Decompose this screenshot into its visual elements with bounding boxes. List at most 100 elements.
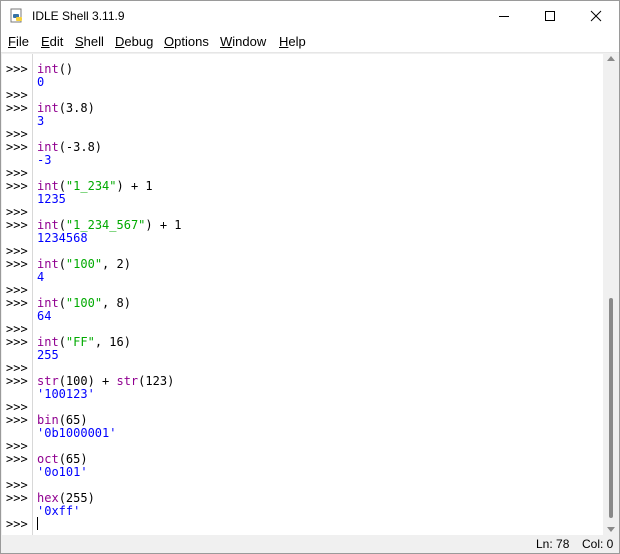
shell-output-line: 1234568 <box>37 232 88 245</box>
code-token: int <box>37 179 59 193</box>
code-token: "1_234" <box>65 179 117 193</box>
shell-output-line: '0o101' <box>37 466 88 479</box>
shell-prompt: >>> <box>6 140 28 154</box>
output-text: '0xff' <box>37 504 81 518</box>
scroll-up-arrow-icon[interactable] <box>607 56 615 61</box>
output-text: 1234568 <box>37 231 88 245</box>
shell-output-line: -3 <box>37 154 51 167</box>
minimize-button[interactable] <box>481 1 527 31</box>
output-text: -3 <box>37 153 52 167</box>
close-button[interactable] <box>573 1 619 31</box>
menu-mnemonic: E <box>41 34 50 49</box>
shell-output-line: 0 <box>37 76 44 89</box>
output-text: 1235 <box>37 192 66 206</box>
shell-prompt: >>> <box>6 257 28 271</box>
shell-output-line: 1235 <box>37 193 66 206</box>
gutter-divider <box>32 54 33 535</box>
code-token: (65) <box>58 413 88 427</box>
code-token: (100) + <box>58 374 117 388</box>
menu-bar: File Edit Shell Debug Options Window Help <box>1 31 619 53</box>
shell-prompt: >>> <box>6 101 28 115</box>
code-token: int <box>37 296 59 310</box>
menu-options[interactable]: Options <box>164 34 209 49</box>
shell-prompt: >>> <box>6 296 28 310</box>
scroll-down-arrow-icon[interactable] <box>607 527 615 532</box>
menu-shell[interactable]: Shell <box>75 34 104 49</box>
shell-output-line: 4 <box>37 271 44 284</box>
shell-prompt: >>> <box>6 413 28 427</box>
text-cursor <box>37 517 38 530</box>
output-text: 3 <box>37 114 45 128</box>
code-token: "1_234_567" <box>65 218 146 232</box>
title-bar[interactable]: IDLE Shell 3.11.9 <box>1 1 619 31</box>
menu-label-rest: elp <box>288 34 306 49</box>
code-token: int <box>37 140 59 154</box>
output-text: 64 <box>37 309 52 323</box>
code-token: bin <box>37 413 59 427</box>
code-token: ( <box>58 335 66 349</box>
code-token: () <box>58 62 74 76</box>
menu-label-rest: dit <box>49 34 64 49</box>
shell-output-line: '100123' <box>37 388 95 401</box>
menu-label-rest: hell <box>83 34 104 49</box>
menu-label-rest: indow <box>232 34 267 49</box>
shell-prompt: >>> <box>6 218 28 232</box>
code-token: oct <box>37 452 59 466</box>
code-token: (65) <box>58 452 88 466</box>
vertical-scrollbar[interactable] <box>604 54 618 535</box>
line-number-status: Ln: 78 <box>536 537 570 551</box>
code-token: "100" <box>65 257 103 271</box>
menu-label-rest: ile <box>15 34 29 49</box>
shell-prompt: >>> <box>6 179 28 193</box>
menu-mnemonic: F <box>8 34 16 49</box>
window-title: IDLE Shell 3.11.9 <box>32 9 125 23</box>
shell-output-line: 3 <box>37 115 44 128</box>
shell-text-area[interactable]: >>> int() 0 >>> >>> int(3.8) 3 >>> >>> int(-3.8) -… <box>2 54 603 535</box>
code-token: int <box>37 62 59 76</box>
shell-input-line: int("100", 2) <box>37 258 131 271</box>
output-text: '0b1000001' <box>37 426 117 440</box>
maximize-icon <box>545 11 555 21</box>
scroll-thumb[interactable] <box>609 298 613 518</box>
code-token: int <box>37 257 59 271</box>
status-bar: Ln: 78 Col: 0 <box>1 535 619 553</box>
menu-mnemonic: H <box>279 34 289 49</box>
code-token: ) + 1 <box>145 218 182 232</box>
menu-mnemonic: O <box>164 34 175 49</box>
menu-file[interactable]: File <box>8 34 29 49</box>
shell-prompt: >>> <box>6 62 28 76</box>
menu-window[interactable]: Window <box>220 34 266 49</box>
code-token: "FF" <box>65 335 95 349</box>
shell-output-line: 255 <box>37 349 59 362</box>
shell-output-line: '0xff' <box>37 505 80 518</box>
shell-prompt: >>> <box>6 517 28 531</box>
menu-mnemonic: W <box>220 34 233 49</box>
idle-shell-window: IDLE Shell 3.11.9 File Edit Shell Debug Opti… <box>0 0 620 554</box>
code-token: ( <box>58 218 66 232</box>
code-token: ) + 1 <box>116 179 153 193</box>
menu-label-rest: ebug <box>124 34 154 49</box>
maximize-button[interactable] <box>527 1 573 31</box>
shell-prompt: >>> <box>6 335 28 349</box>
code-token: hex <box>37 491 59 505</box>
code-token: ( <box>58 257 66 271</box>
shell-prompt: >>> <box>6 452 28 466</box>
minimize-icon <box>499 16 509 17</box>
python-idle-icon <box>9 8 25 24</box>
menu-help[interactable]: Help <box>279 34 306 49</box>
code-token: , 2) <box>102 257 131 271</box>
output-text: 0 <box>37 75 45 89</box>
menu-label-rest: ptions <box>174 34 209 49</box>
code-token: , 16) <box>94 335 131 349</box>
menu-mnemonic: D <box>115 34 125 49</box>
close-icon <box>590 10 602 22</box>
output-text: 4 <box>37 270 45 284</box>
code-token: int <box>37 101 59 115</box>
code-token: str <box>37 374 59 388</box>
code-token: ( <box>58 179 66 193</box>
menu-edit[interactable]: Edit <box>41 34 63 49</box>
code-token: ( <box>58 296 66 310</box>
code-token: "100" <box>65 296 103 310</box>
menu-debug[interactable]: Debug <box>115 34 153 49</box>
code-token: str <box>116 374 139 388</box>
